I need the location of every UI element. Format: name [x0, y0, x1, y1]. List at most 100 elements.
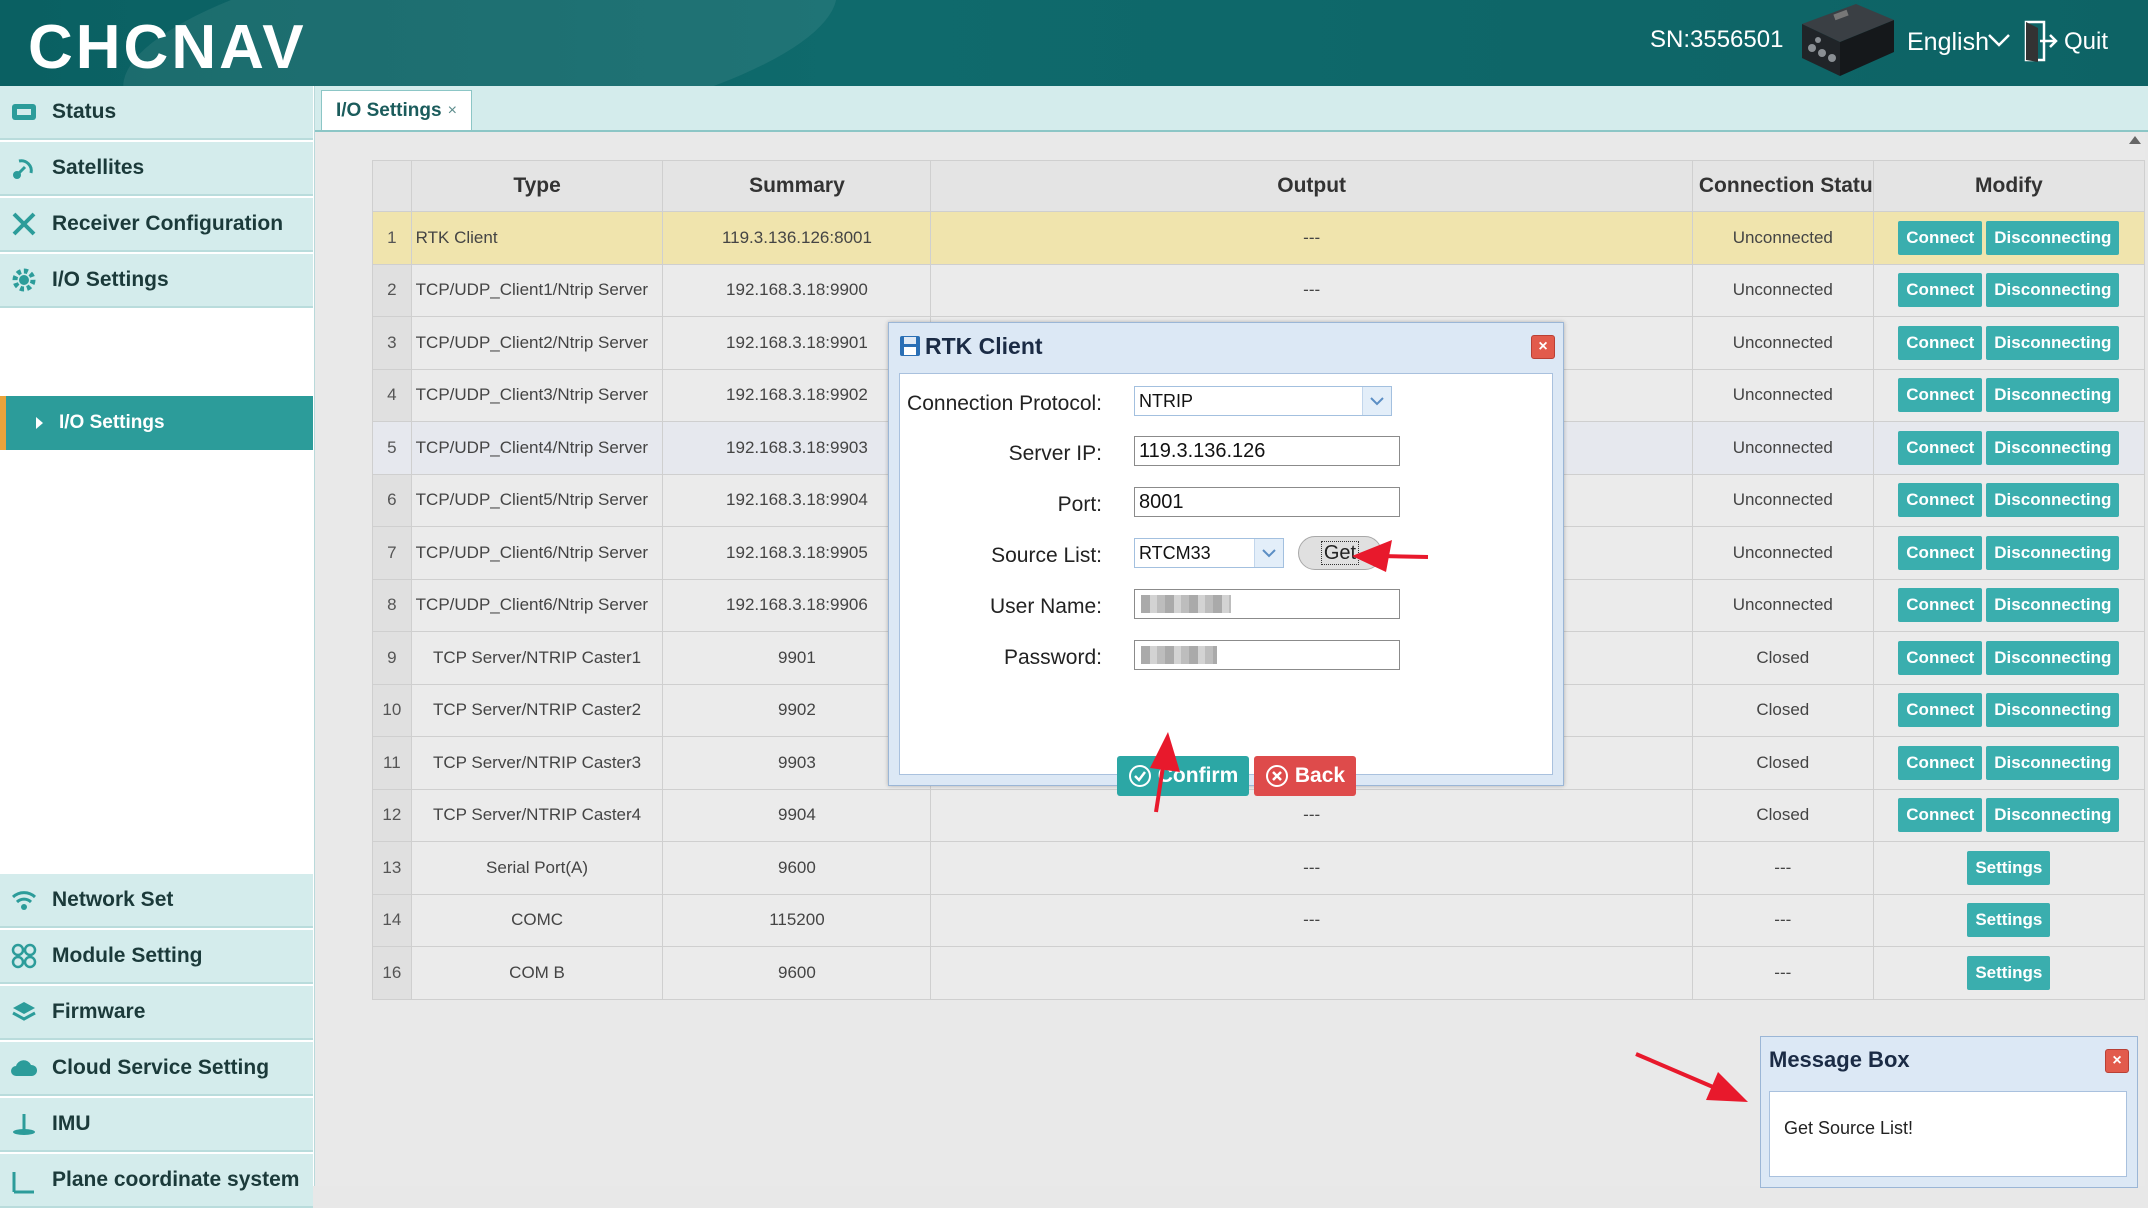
connect-button[interactable]: Connect: [1898, 535, 1983, 570]
receiver-device-image: [1802, 4, 1894, 76]
server-ip-input[interactable]: 119.3.136.126: [1134, 436, 1400, 466]
sidebar-item-receiver-configuration[interactable]: Receiver Configuration: [0, 198, 313, 252]
connect-button[interactable]: Connect: [1898, 798, 1983, 833]
chevron-down-icon[interactable]: [1362, 387, 1391, 415]
caret-right-icon: [36, 417, 43, 429]
chevron-down-icon[interactable]: [1254, 539, 1283, 567]
disconnect-button[interactable]: Disconnecting: [1986, 640, 2120, 675]
message-box-body: Get Source List!: [1769, 1091, 2127, 1177]
quit-button[interactable]: Quit: [2064, 28, 2108, 56]
sidebar-item-imu[interactable]: IMU: [0, 1098, 313, 1152]
password-input[interactable]: [1134, 640, 1400, 670]
header-summary: Summary: [662, 160, 932, 212]
cell-summary: 9600: [662, 946, 932, 1000]
disconnect-button[interactable]: Disconnecting: [1986, 220, 2120, 255]
row-index: 5: [372, 421, 412, 475]
connect-button[interactable]: Connect: [1898, 588, 1983, 623]
sidebar-item-cloud-service[interactable]: Cloud Service Setting: [0, 1042, 313, 1096]
cell-summary: 115200: [662, 893, 932, 947]
disconnect-button[interactable]: Disconnecting: [1986, 588, 2120, 623]
layers-icon: [10, 998, 38, 1026]
cell-type: Serial Port(A): [410, 841, 664, 895]
source-list-select[interactable]: RTCM33: [1134, 538, 1284, 568]
header-modify: Modify: [1872, 160, 2146, 212]
disconnect-button[interactable]: Disconnecting: [1986, 745, 2120, 780]
disconnect-button[interactable]: Disconnecting: [1986, 798, 2120, 833]
settings-button[interactable]: Settings: [1967, 850, 2051, 885]
connect-button[interactable]: Connect: [1898, 483, 1983, 518]
settings-button[interactable]: Settings: [1967, 955, 2051, 990]
connect-button[interactable]: Connect: [1898, 745, 1983, 780]
cell-status: Unconnected: [1691, 211, 1874, 265]
cell-status: Unconnected: [1691, 368, 1874, 422]
user-name-input[interactable]: [1134, 589, 1400, 619]
dialog-title: RTK Client: [925, 332, 1043, 359]
disconnect-button[interactable]: Disconnecting: [1986, 378, 2120, 413]
imu-icon: [10, 1110, 38, 1138]
protocol-select[interactable]: NTRIP: [1134, 386, 1392, 416]
port-input[interactable]: 8001: [1134, 487, 1400, 517]
sidebar-item-plane-coordinate[interactable]: Plane coordinate system: [0, 1154, 313, 1208]
row-index: 7: [372, 526, 412, 580]
confirm-button[interactable]: Confirm: [1117, 756, 1249, 796]
disconnect-button[interactable]: Disconnecting: [1986, 483, 2120, 518]
scroll-up-arrow-icon[interactable]: [2129, 136, 2141, 144]
table-row[interactable]: 1 RTK Client 119.3.136.126:8001 --- Unconnec…: [372, 211, 2146, 265]
sidebar-subitem-io-settings[interactable]: I/O Settings: [0, 396, 313, 450]
message-box-close-icon[interactable]: ×: [2105, 1049, 2129, 1073]
connect-button[interactable]: Connect: [1898, 220, 1983, 255]
sidebar-item-io-settings[interactable]: I/O Settings: [0, 254, 313, 308]
connect-button[interactable]: Connect: [1898, 693, 1983, 728]
settings-button[interactable]: Settings: [1967, 903, 2051, 938]
language-selector[interactable]: English: [1907, 28, 1989, 57]
connect-button[interactable]: Connect: [1898, 378, 1983, 413]
table-row[interactable]: 14 COMC 115200 --- --- Settings: [372, 893, 2146, 947]
serial-number: SN:3556501: [1650, 26, 1784, 53]
back-button[interactable]: Back: [1254, 756, 1356, 796]
connect-button[interactable]: Connect: [1898, 273, 1983, 308]
sidebar-item-module-setting[interactable]: Module Setting: [0, 930, 313, 984]
table-row[interactable]: 16 COM B 9600 --- Settings: [372, 946, 2146, 1000]
row-index: 6: [372, 473, 412, 527]
tab-close-icon[interactable]: ×: [448, 102, 457, 120]
cell-type: TCP/UDP_Client5/Ntrip Server: [410, 473, 664, 527]
cell-modify: Connect Disconnecting: [1872, 211, 2146, 265]
get-source-list-button[interactable]: Get: [1298, 536, 1382, 570]
dialog-title-bar: RTK Client: [899, 331, 1043, 361]
sidebar-item-satellites[interactable]: Satellites: [0, 142, 313, 196]
cell-modify: Connect Disconnecting: [1872, 788, 2146, 842]
satellite-icon: [10, 154, 38, 182]
blurred-value: [1141, 646, 1217, 664]
row-index: 8: [372, 578, 412, 632]
sidebar-item-network-set[interactable]: Network Set: [0, 874, 313, 928]
row-index: 14: [372, 893, 412, 947]
row-index: 1: [372, 211, 412, 265]
sidebar-item-firmware[interactable]: Firmware: [0, 986, 313, 1040]
cell-summary: 9904: [662, 788, 932, 842]
source-list-row: Source List: RTCM33 Get: [900, 536, 1552, 572]
disconnect-button[interactable]: Disconnecting: [1986, 535, 2120, 570]
table-row[interactable]: 13 Serial Port(A) 9600 --- --- Settings: [372, 841, 2146, 895]
connect-button[interactable]: Connect: [1898, 430, 1983, 465]
cell-status: Closed: [1691, 736, 1874, 790]
disconnect-button[interactable]: Disconnecting: [1986, 273, 2120, 308]
cell-status: ---: [1691, 893, 1874, 947]
exit-door-icon[interactable]: [2024, 20, 2058, 62]
chcnav-logo: CHCNAV: [28, 13, 307, 82]
connect-button[interactable]: Connect: [1898, 325, 1983, 360]
cell-type: TCP Server/NTRIP Caster3: [410, 736, 664, 790]
disconnect-button[interactable]: Disconnecting: [1986, 430, 2120, 465]
dialog-close-icon[interactable]: ×: [1531, 335, 1555, 359]
disconnect-button[interactable]: Disconnecting: [1986, 693, 2120, 728]
table-row[interactable]: 2 TCP/UDP_Client1/Ntrip Server 192.168.3.1…: [372, 263, 2146, 317]
tab-io-settings[interactable]: I/O Settings ×: [321, 90, 472, 130]
table-row[interactable]: 12 TCP Server/NTRIP Caster4 9904 --- Closed C…: [372, 788, 2146, 842]
chevron-down-icon[interactable]: [1986, 30, 2012, 50]
cell-modify: Connect Disconnecting: [1872, 316, 2146, 370]
cell-type: TCP/UDP_Client6/Ntrip Server: [410, 578, 664, 632]
message-box-title: Message Box: [1769, 1047, 1910, 1072]
connect-button[interactable]: Connect: [1898, 640, 1983, 675]
cell-output: ---: [930, 893, 1693, 947]
sidebar-item-status[interactable]: Status: [0, 86, 313, 140]
disconnect-button[interactable]: Disconnecting: [1986, 325, 2120, 360]
